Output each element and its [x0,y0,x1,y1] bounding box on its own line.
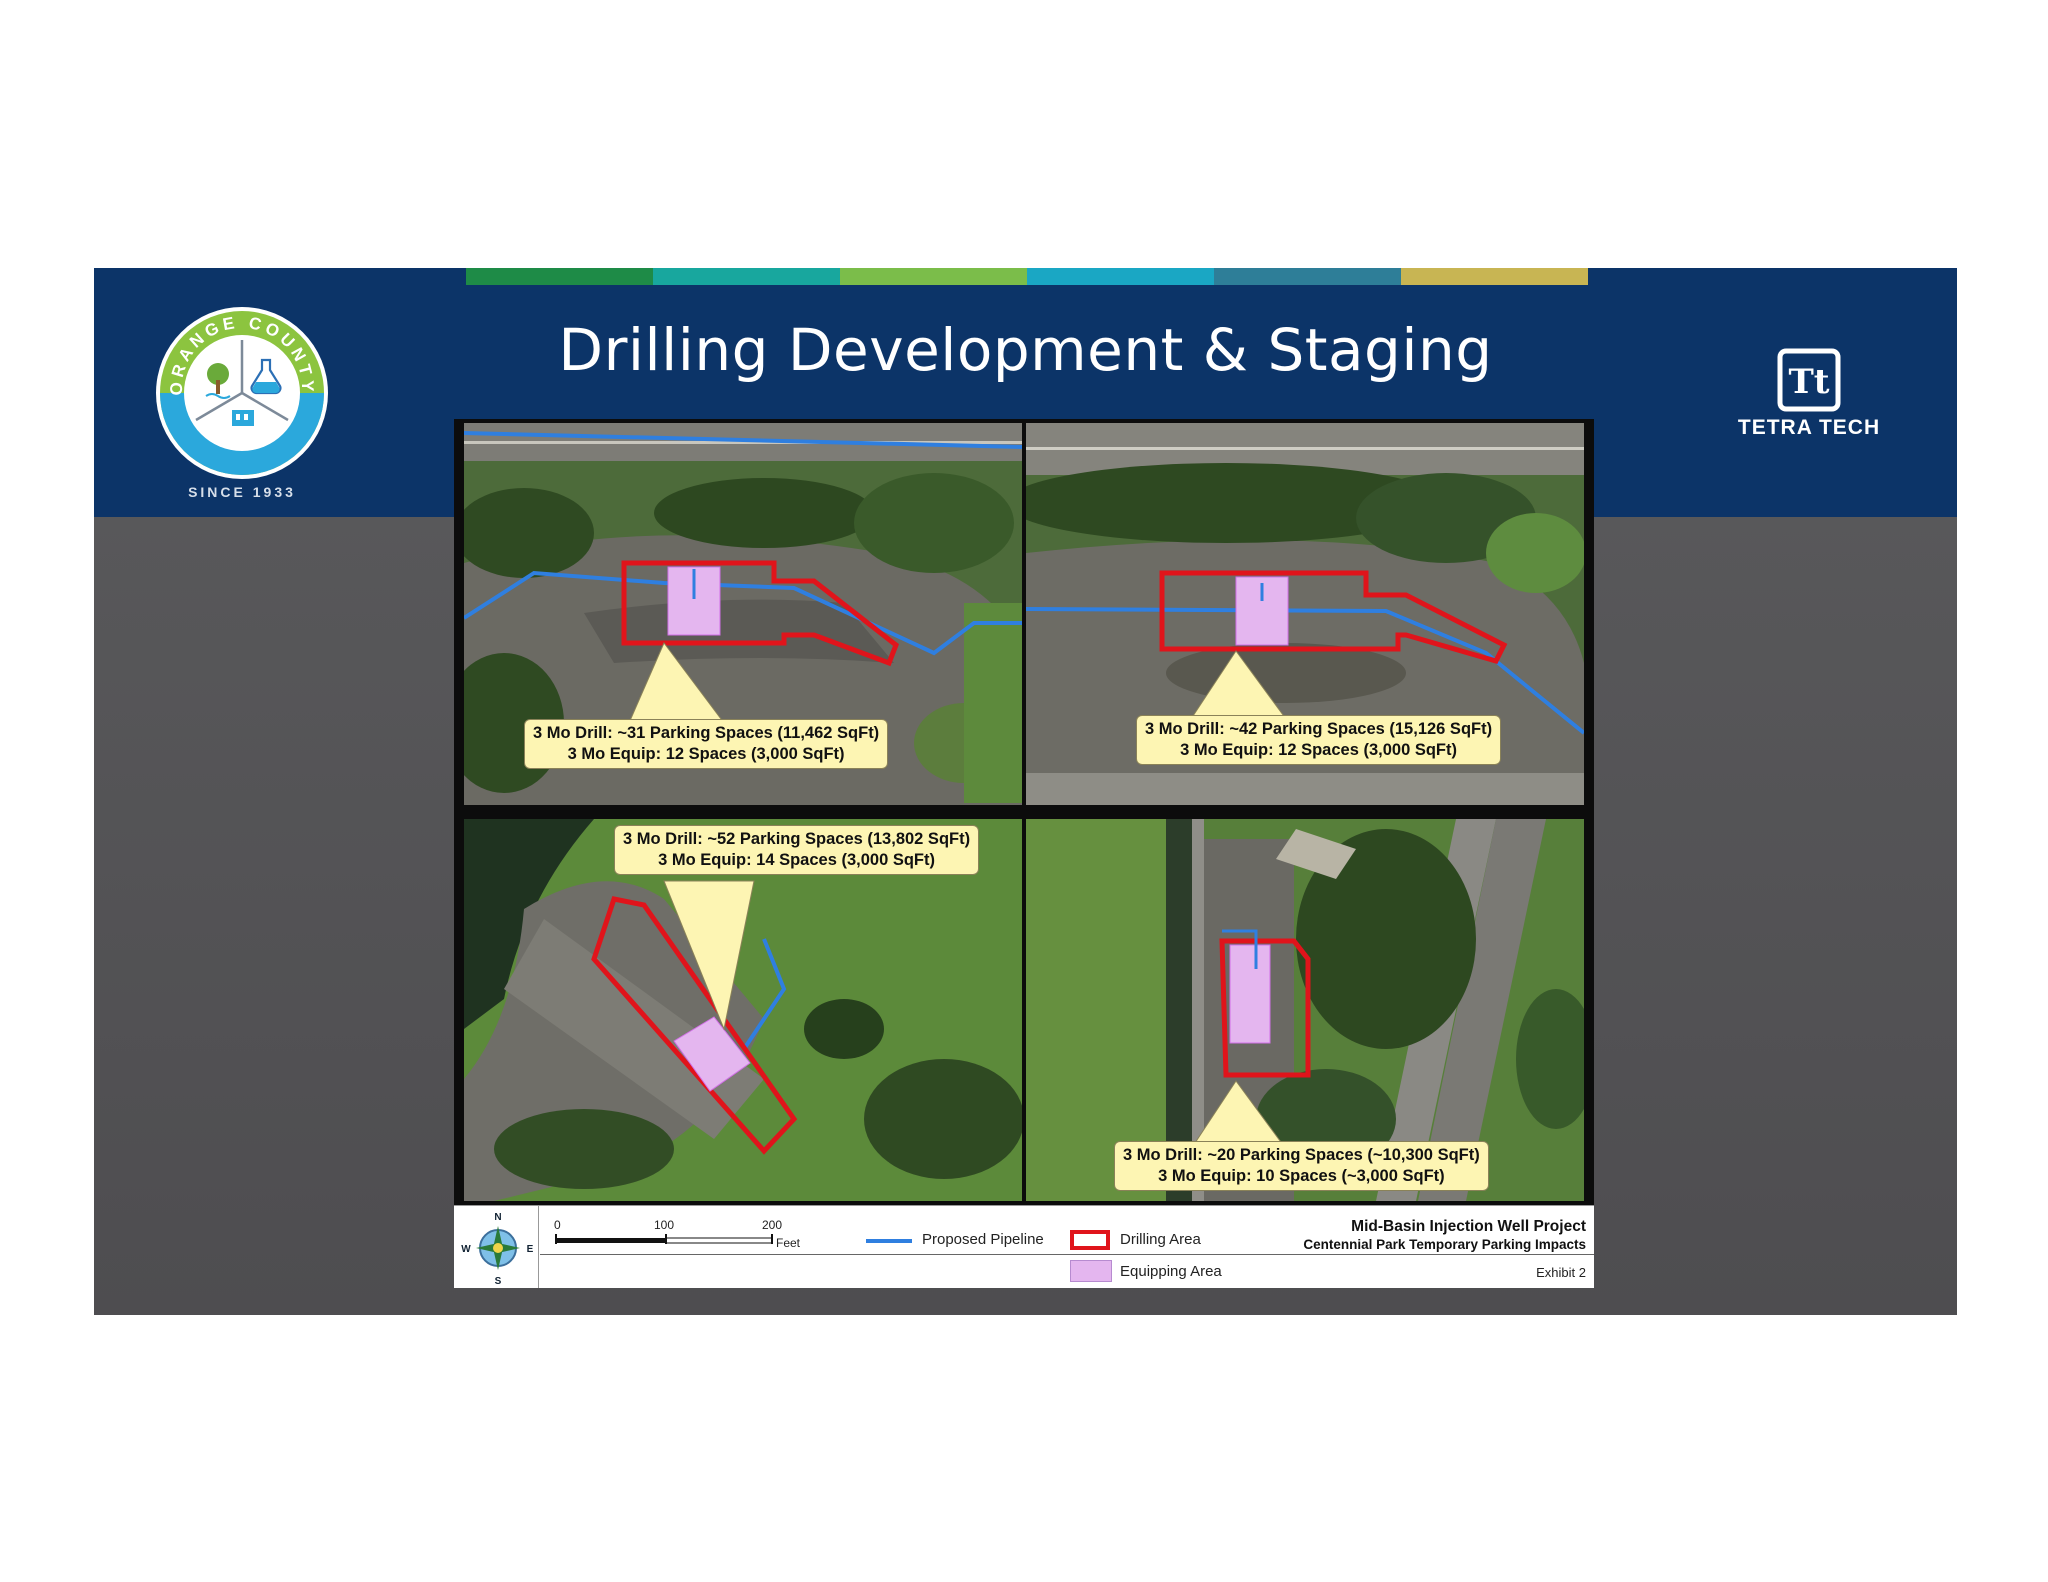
compass-n: N [494,1212,501,1223]
callout-1-line1: 3 Mo Drill: ~31 Parking Spaces (11,462 S… [533,724,880,742]
scale-tick-0: 0 [554,1218,561,1232]
stripe-2 [653,268,840,285]
aerial-image-3 [464,819,1022,1201]
map-legend: N S E W 0 100 200 Feet Proposed Pipeline… [454,1205,1594,1288]
ocwd-logo: ORANGE COUNTY WATER DISTRICT [152,298,328,479]
scale-tick-200: 200 [762,1218,783,1232]
compass-w: W [461,1244,471,1255]
map-exhibit: 3 Mo Drill: ~31 Parking Spaces (11,462 S… [454,419,1594,1288]
compass-s: S [495,1276,502,1286]
legend-divider [538,1206,539,1288]
compass-e: E [527,1244,534,1255]
page-title: Drilling Development & Staging [558,316,1493,384]
callout-1-line2: 3 Mo Equip: 12 Spaces (3,000 SqFt) [567,745,845,763]
stripe-3 [840,268,1027,285]
callout-2: 3 Mo Drill: ~42 Parking Spaces (15,126 S… [1136,715,1502,765]
map-panel-bottom-right: 3 Mo Drill: ~20 Parking Spaces (~10,300 … [1026,819,1584,1201]
scale-tick-100: 100 [654,1218,675,1232]
callout-4-line1: 3 Mo Drill: ~20 Parking Spaces (~10,300 … [1123,1146,1480,1164]
pipeline-swatch [866,1239,912,1243]
project-title: Mid-Basin Injection Well Project [1351,1218,1586,1235]
compass-icon: N S E W [461,1212,534,1286]
tetra-tech-logo: Tt [1777,348,1841,412]
scale-bar [555,1234,773,1244]
since-1933-text: SINCE 1933 [188,484,296,500]
map-panel-top-left: 3 Mo Drill: ~31 Parking Spaces (11,462 S… [464,423,1022,805]
callout-4-line2: 3 Mo Equip: 10 Spaces (~3,000 SqFt) [1158,1167,1445,1185]
callout-2-line2: 3 Mo Equip: 12 Spaces (3,000 SqFt) [1180,741,1457,759]
tetra-tech-mark: Tt [1788,362,1829,402]
drilling-area-label: Drilling Area [1120,1231,1201,1248]
callout-1: 3 Mo Drill: ~31 Parking Spaces (11,462 S… [524,719,889,769]
callout-4: 3 Mo Drill: ~20 Parking Spaces (~10,300 … [1114,1141,1489,1191]
drilling-area-swatch [1070,1230,1110,1250]
equipping-area-label: Equipping Area [1120,1263,1222,1280]
callout-2-line1: 3 Mo Drill: ~42 Parking Spaces (15,126 S… [1145,720,1493,738]
project-subtitle: Centennial Park Temporary Parking Impact… [1303,1237,1586,1252]
stripe-6 [1401,268,1588,285]
pipeline-label: Proposed Pipeline [922,1231,1044,1248]
map-panel-bottom-left: 3 Mo Drill: ~52 Parking Spaces (13,802 S… [464,819,1022,1201]
scale-unit: Feet [776,1236,801,1250]
stripe-5 [1214,268,1401,285]
stripe-4 [1027,268,1214,285]
map-grid: 3 Mo Drill: ~31 Parking Spaces (11,462 S… [454,419,1594,1205]
callout-3: 3 Mo Drill: ~52 Parking Spaces (13,802 S… [614,825,980,875]
map-panel-top-right: 3 Mo Drill: ~42 Parking Spaces (15,126 S… [1026,423,1584,805]
legend-rule [540,1254,1594,1255]
callout-3-line1: 3 Mo Drill: ~52 Parking Spaces (13,802 S… [623,830,971,848]
callout-3-line2: 3 Mo Equip: 14 Spaces (3,000 SqFt) [658,851,935,869]
exhibit-label: Exhibit 2 [1536,1265,1586,1280]
tetra-tech-name: TETRA TECH [1737,416,1881,439]
equipping-area-swatch [1070,1260,1112,1282]
stripe-1 [466,268,653,285]
